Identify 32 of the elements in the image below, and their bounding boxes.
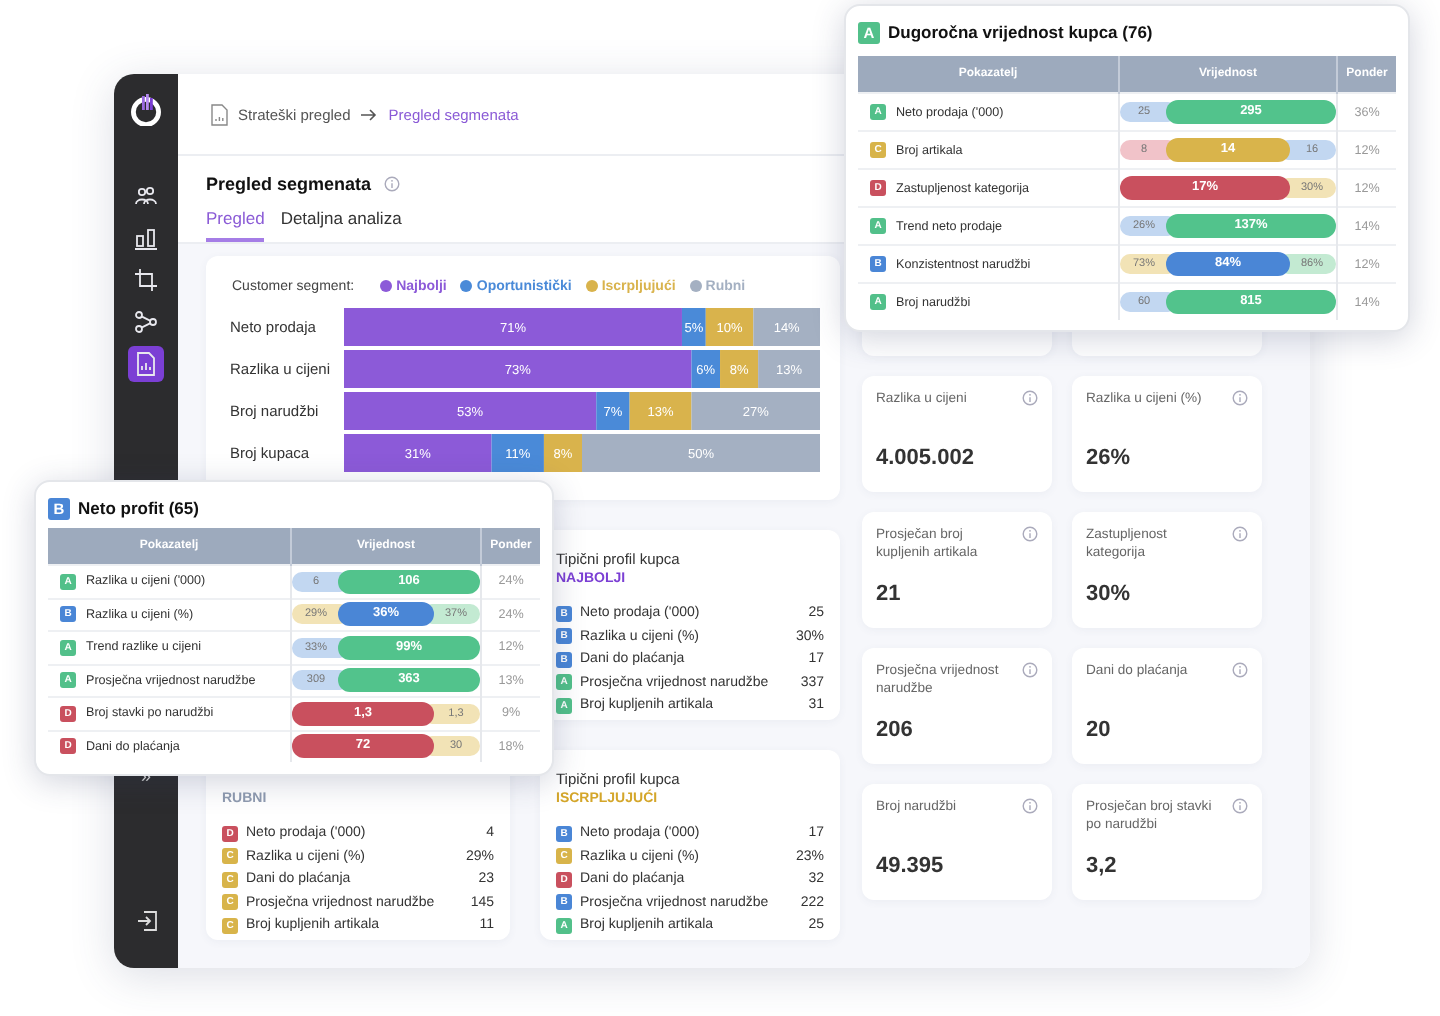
bar-chart-icon: [134, 226, 158, 250]
metric-value: 30%: [1086, 582, 1133, 610]
info-icon[interactable]: [1022, 526, 1038, 542]
crop-icon: [134, 268, 158, 292]
info-icon[interactable]: [1232, 662, 1248, 678]
info-icon[interactable]: [1232, 526, 1248, 542]
bar-segment: [753, 308, 820, 346]
page-title: Pregled segmenata: [206, 174, 372, 194]
metric-value: 20: [1086, 718, 1113, 746]
sidebar-report-button[interactable]: [128, 346, 164, 382]
people-icon: [134, 184, 158, 208]
metric-value: 26%: [1086, 446, 1133, 474]
metric-value: 206: [876, 718, 915, 746]
arrow-right-icon: [360, 107, 379, 121]
info-icon[interactable]: [1232, 798, 1248, 814]
card-title: Dugoročna vrijednost kupca (76): [888, 22, 1153, 42]
info-icon[interactable]: [1022, 390, 1038, 406]
info-icon[interactable]: [1232, 390, 1248, 406]
metric-value: 4.005.002: [876, 446, 976, 474]
logout-icon[interactable]: [135, 910, 157, 932]
report-icon: [134, 352, 158, 376]
logo-icon: [130, 94, 162, 126]
info-icon[interactable]: [383, 176, 400, 192]
card-title: Neto profit (65): [78, 498, 199, 518]
document-icon: [210, 103, 228, 125]
metric-value: 49.395: [876, 854, 946, 882]
metric-value: 21: [876, 582, 903, 610]
info-icon[interactable]: [1022, 798, 1038, 814]
metric-value: 3,2: [1086, 854, 1119, 882]
network-icon: [134, 310, 158, 334]
info-icon[interactable]: [1022, 662, 1038, 678]
tab[interactable]: Detaljna analiza: [280, 208, 402, 242]
